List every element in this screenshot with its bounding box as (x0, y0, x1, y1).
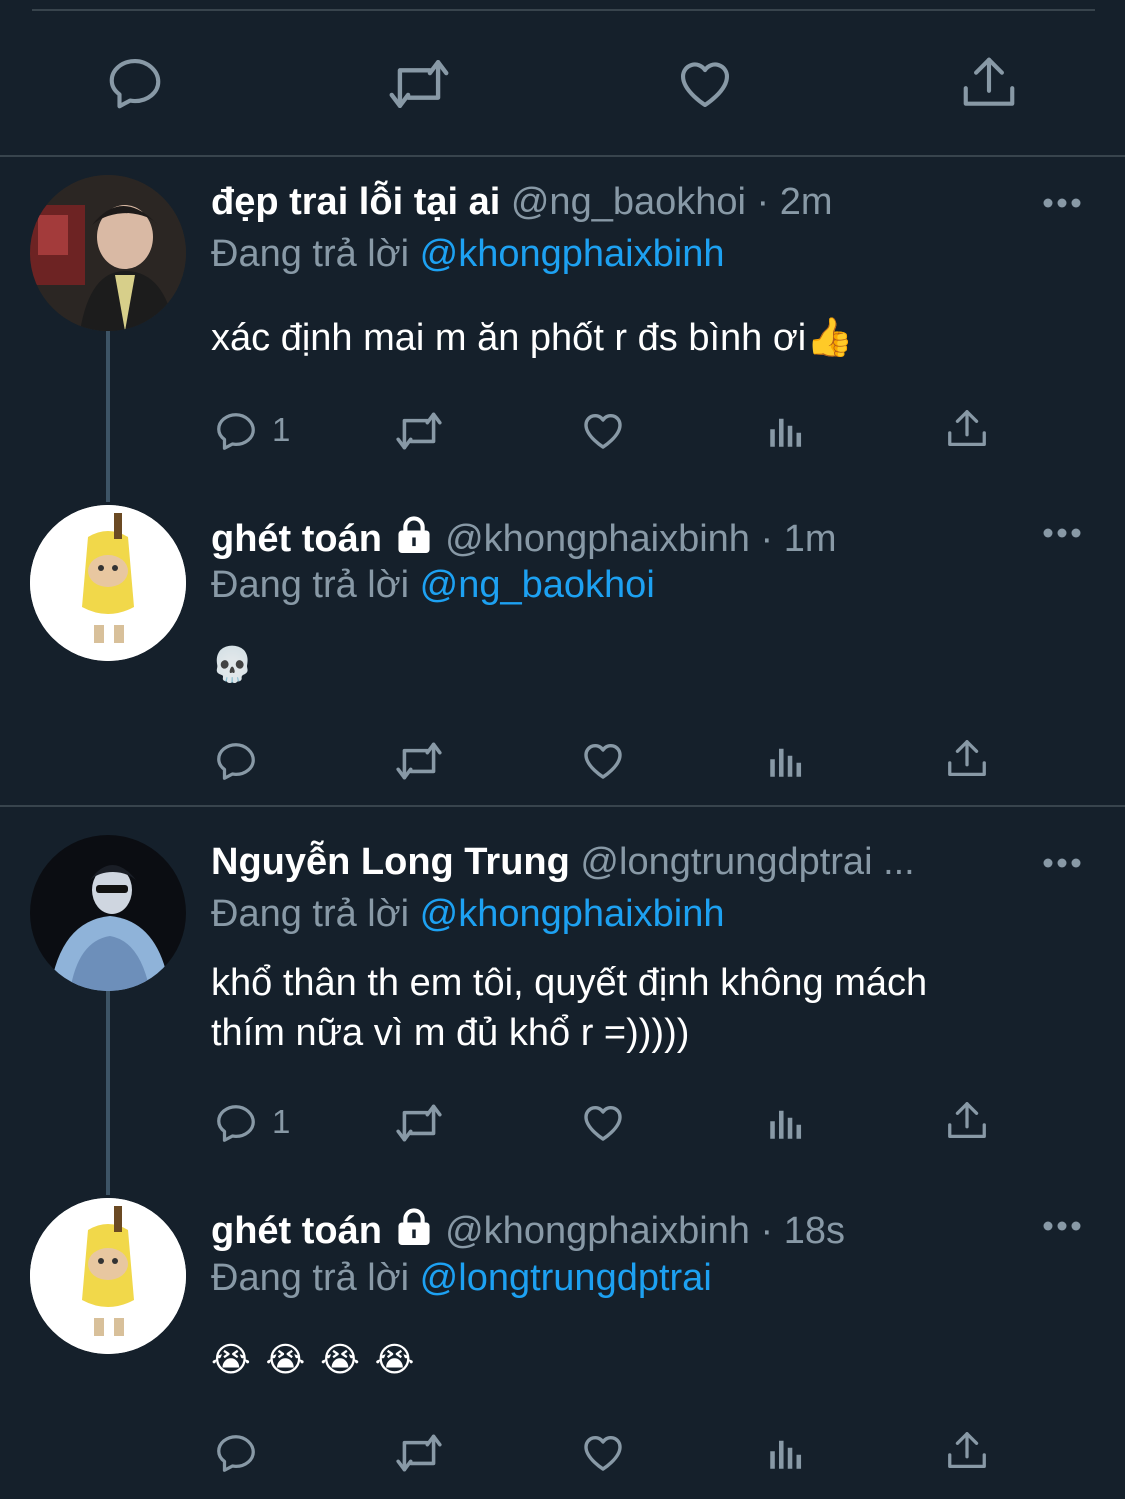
tweet-text-line: thím nữa vì m đủ khổ r =))))) (211, 1012, 690, 1054)
retweet-icon[interactable] (394, 408, 444, 454)
retweet-icon[interactable] (394, 1430, 444, 1476)
replying-to-link[interactable]: @longtrungdptrai (420, 1257, 712, 1299)
avatar[interactable] (30, 835, 186, 991)
replying-to-label: Đang trả lời (211, 233, 410, 275)
tweet-text: 💀 (211, 645, 254, 685)
more-icon[interactable] (1042, 1219, 1082, 1231)
replying-to: Đang trả lời @khongphaixbinh (211, 892, 724, 936)
tweet-header: ghét toán @khongphaixbinh · 1m (211, 515, 1011, 559)
reply-icon[interactable] (213, 408, 259, 454)
tweet-text-line: khổ thân th em tôi, quyết định không mác… (211, 962, 928, 1004)
section-divider (0, 805, 1125, 807)
handle[interactable]: @longtrungdptrai ... (580, 841, 914, 883)
like-icon[interactable] (579, 406, 627, 454)
avatar[interactable] (30, 175, 186, 331)
timestamp[interactable]: · 1m (760, 518, 836, 559)
display-name[interactable]: đẹp trai lỗi tại ai (211, 181, 500, 223)
tweet-text: khổ thân th em tôi, quyết định không mác… (211, 958, 927, 1058)
analytics-icon[interactable] (765, 1432, 807, 1474)
tweet-header: đẹp trai lỗi tại ai @ng_baokhoi · 2m (211, 180, 1011, 224)
timestamp[interactable]: · 18s (760, 1210, 844, 1251)
like-icon[interactable] (579, 736, 627, 784)
reply-icon[interactable] (213, 1430, 259, 1476)
more-icon[interactable] (1042, 196, 1082, 208)
analytics-icon[interactable] (765, 740, 807, 782)
analytics-icon[interactable] (765, 1102, 807, 1144)
replying-to-link[interactable]: @ng_baokhoi (420, 564, 655, 606)
display-name[interactable]: ghét toán (211, 1210, 382, 1251)
analytics-icon[interactable] (765, 410, 807, 452)
replying-to-link[interactable]: @khongphaixbinh (420, 893, 725, 935)
like-icon[interactable] (579, 1098, 627, 1146)
top-divider (32, 9, 1095, 11)
replying-to-label: Đang trả lời (211, 564, 410, 606)
reply-icon[interactable] (213, 738, 259, 784)
timestamp[interactable]: · 2m (757, 181, 833, 223)
reply-count: 1 (272, 411, 291, 448)
reply-icon[interactable] (213, 1100, 259, 1146)
share-icon[interactable] (944, 736, 990, 782)
avatar[interactable] (30, 1198, 186, 1354)
handle[interactable]: @khongphaixbinh (445, 1210, 750, 1251)
more-icon[interactable] (1042, 526, 1082, 538)
tweet-text: xác định mai m ăn phốt r đs bình ơi👍 (211, 317, 854, 359)
lock-icon (393, 515, 435, 559)
replying-to: Đang trả lời @longtrungdptrai (211, 1256, 712, 1300)
tweet-header: Nguyễn Long Trung @longtrungdptrai ... (211, 840, 1026, 884)
share-icon[interactable] (944, 406, 990, 452)
display-name[interactable]: Nguyễn Long Trung (211, 841, 570, 883)
tweet-header: ghét toán @khongphaixbinh · 18s (211, 1207, 1011, 1251)
reply-count: 1 (272, 1103, 291, 1140)
handle[interactable]: @ng_baokhoi (511, 181, 746, 223)
replying-to-label: Đang trả lời (211, 893, 410, 935)
replying-to-link[interactable]: @khongphaixbinh (420, 233, 725, 275)
display-name[interactable]: ghét toán (211, 518, 382, 559)
replying-to: Đang trả lời @ng_baokhoi (211, 563, 655, 607)
share-icon[interactable] (944, 1098, 990, 1144)
replying-to-label: Đang trả lời (211, 1257, 410, 1299)
retweet-icon[interactable] (394, 1100, 444, 1146)
like-icon[interactable] (579, 1428, 627, 1476)
reply-icon[interactable] (104, 52, 166, 114)
share-icon[interactable] (958, 52, 1020, 114)
thread-line (106, 330, 110, 502)
replying-to: Đang trả lời @khongphaixbinh (211, 232, 724, 276)
avatar[interactable] (30, 505, 186, 661)
retweet-icon[interactable] (394, 738, 444, 784)
thread-line (106, 990, 110, 1195)
share-icon[interactable] (944, 1428, 990, 1474)
tweet-text: 😭 😭 😭 😭 (211, 1340, 417, 1380)
like-icon[interactable] (674, 52, 736, 114)
lock-icon (393, 1207, 435, 1251)
retweet-icon[interactable] (386, 54, 452, 114)
section-divider (0, 155, 1125, 157)
more-icon[interactable] (1042, 856, 1082, 868)
handle[interactable]: @khongphaixbinh (445, 518, 750, 559)
